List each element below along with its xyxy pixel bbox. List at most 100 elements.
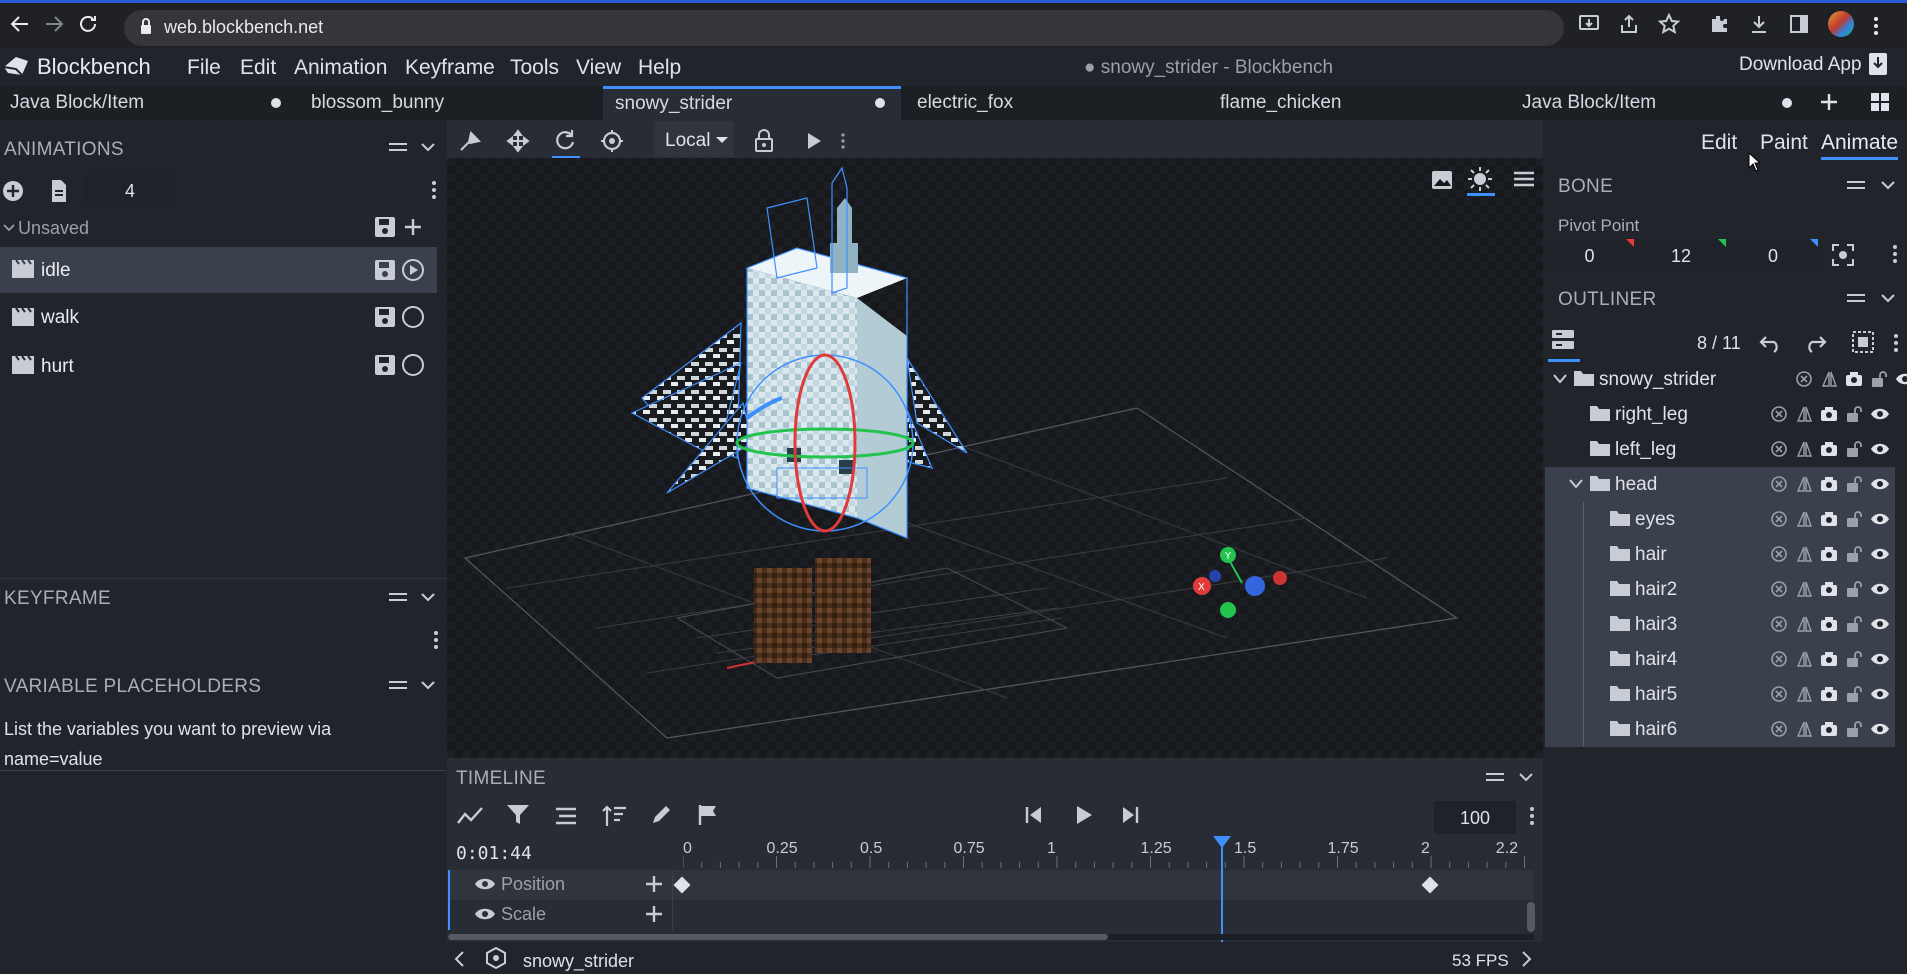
group-chevron-icon[interactable] bbox=[3, 222, 15, 234]
back-icon[interactable] bbox=[8, 12, 32, 36]
download-app-button[interactable]: Download App bbox=[1739, 54, 1862, 76]
tab-blossom-bunny[interactable]: blossom_bunny bbox=[300, 86, 600, 120]
mirror-icon[interactable] bbox=[1795, 510, 1815, 528]
animation-count-field[interactable]: 4 bbox=[85, 174, 175, 207]
pencil-icon[interactable] bbox=[650, 804, 672, 826]
side-panel-icon[interactable] bbox=[1788, 13, 1810, 35]
chevron-left-icon[interactable] bbox=[453, 951, 465, 967]
sort-icon[interactable] bbox=[601, 804, 627, 828]
remove-icon[interactable] bbox=[1770, 580, 1790, 598]
visibility-eye-icon[interactable] bbox=[1870, 405, 1890, 423]
mirror-icon[interactable] bbox=[1795, 405, 1815, 423]
outliner-row[interactable]: head bbox=[1545, 467, 1907, 502]
profile-avatar[interactable] bbox=[1828, 11, 1854, 37]
mirror-icon[interactable] bbox=[1795, 580, 1815, 598]
add-keyframe-icon[interactable] bbox=[644, 904, 664, 924]
new-tab-plus-icon[interactable] bbox=[1818, 91, 1840, 113]
save-animation-icon[interactable] bbox=[374, 306, 396, 328]
playhead[interactable] bbox=[1220, 836, 1223, 942]
add-to-group-icon[interactable] bbox=[403, 217, 423, 237]
outliner-row[interactable]: hair bbox=[1545, 537, 1907, 572]
skip-back-icon[interactable] bbox=[1025, 806, 1043, 824]
remove-icon[interactable] bbox=[1795, 370, 1815, 388]
toolbar-more-icon[interactable] bbox=[840, 132, 846, 150]
forward-icon[interactable] bbox=[42, 12, 66, 36]
more-options-icon[interactable] bbox=[433, 630, 439, 650]
mirror-icon[interactable] bbox=[1795, 440, 1815, 458]
viewport-menu-icon[interactable] bbox=[1513, 170, 1535, 188]
graph-editor-icon[interactable] bbox=[456, 805, 484, 827]
select-all-icon[interactable] bbox=[1852, 331, 1874, 353]
browser-menu-icon[interactable] bbox=[1872, 15, 1880, 37]
camera-icon[interactable] bbox=[1820, 440, 1840, 458]
move-tool-icon[interactable] bbox=[506, 129, 530, 153]
playback-speed-field[interactable]: 100 bbox=[1434, 801, 1516, 834]
timeline-ruler[interactable] bbox=[683, 834, 1533, 868]
3d-viewport[interactable]: Y X bbox=[447, 158, 1543, 758]
remove-icon[interactable] bbox=[1770, 720, 1790, 738]
remove-icon[interactable] bbox=[1770, 475, 1790, 493]
animation-group-label[interactable]: Unsaved bbox=[18, 218, 89, 239]
address-bar[interactable] bbox=[124, 10, 1564, 46]
outliner-row[interactable]: hair3 bbox=[1545, 607, 1907, 642]
mode-edit[interactable]: Edit bbox=[1701, 131, 1737, 155]
menu-view[interactable]: View bbox=[576, 56, 621, 80]
extensions-icon[interactable] bbox=[1708, 13, 1730, 35]
camera-icon[interactable] bbox=[1820, 405, 1840, 423]
save-animation-icon[interactable] bbox=[374, 259, 396, 281]
more-options-icon[interactable] bbox=[431, 180, 437, 200]
camera-icon[interactable] bbox=[1820, 510, 1840, 528]
reload-icon[interactable] bbox=[76, 12, 100, 36]
collapse-chevron-icon[interactable] bbox=[420, 678, 436, 692]
install-icon[interactable] bbox=[1578, 13, 1600, 35]
camera-icon[interactable] bbox=[1820, 650, 1840, 668]
pivot-y-field[interactable]: 12 bbox=[1636, 239, 1726, 272]
play-icon[interactable] bbox=[1075, 805, 1093, 825]
more-options-icon[interactable] bbox=[1893, 333, 1899, 353]
outliner-toggle-button[interactable] bbox=[1548, 328, 1580, 362]
play-animation-icon[interactable] bbox=[401, 258, 425, 282]
eye-icon[interactable] bbox=[474, 906, 496, 922]
visibility-eye-icon[interactable] bbox=[1870, 615, 1890, 633]
camera-icon[interactable] bbox=[1820, 685, 1840, 703]
outliner-row[interactable]: hair2 bbox=[1545, 572, 1907, 607]
remove-icon[interactable] bbox=[1770, 650, 1790, 668]
unlock-icon[interactable] bbox=[1845, 440, 1865, 458]
camera-icon[interactable] bbox=[1820, 615, 1840, 633]
outliner-row[interactable]: hair4 bbox=[1545, 642, 1907, 677]
import-animation-file-icon[interactable] bbox=[50, 179, 68, 203]
visibility-eye-icon[interactable] bbox=[1870, 650, 1890, 668]
visibility-eye-icon[interactable] bbox=[1870, 545, 1890, 563]
background-image-icon[interactable] bbox=[1431, 170, 1453, 190]
chevron-right-icon[interactable] bbox=[1521, 951, 1533, 967]
visibility-eye-icon[interactable] bbox=[1870, 440, 1890, 458]
collapse-chevron-icon[interactable] bbox=[1880, 178, 1896, 192]
visibility-eye-icon[interactable] bbox=[1895, 370, 1907, 388]
mirror-icon[interactable] bbox=[1795, 545, 1815, 563]
tab-snowy-strider[interactable]: snowy_strider bbox=[603, 86, 901, 120]
mirror-icon[interactable] bbox=[1795, 685, 1815, 703]
tab-flame-chicken[interactable]: flame_chicken bbox=[1208, 86, 1508, 120]
outliner-row-root[interactable]: snowy_strider bbox=[1545, 362, 1907, 397]
save-group-icon[interactable] bbox=[374, 216, 396, 238]
unlock-icon[interactable] bbox=[1845, 510, 1865, 528]
outliner-row[interactable]: left_leg bbox=[1545, 432, 1907, 467]
panel-drag-icon[interactable] bbox=[1484, 770, 1506, 784]
camera-icon[interactable] bbox=[1820, 580, 1840, 598]
channel-row-position[interactable] bbox=[448, 870, 1534, 900]
panel-drag-icon[interactable] bbox=[1845, 291, 1867, 305]
center-pivot-icon[interactable] bbox=[1832, 244, 1854, 266]
circle-toggle-icon[interactable] bbox=[401, 305, 425, 329]
unlock-icon[interactable] bbox=[1845, 615, 1865, 633]
pivot-x-field[interactable]: 0 bbox=[1545, 239, 1634, 272]
vertical-scrollbar[interactable] bbox=[1527, 902, 1535, 932]
visibility-eye-icon[interactable] bbox=[1870, 685, 1890, 703]
remove-icon[interactable] bbox=[1770, 685, 1790, 703]
remove-icon[interactable] bbox=[1770, 510, 1790, 528]
add-keyframe-icon[interactable] bbox=[644, 874, 664, 894]
mode-paint[interactable]: Paint bbox=[1760, 131, 1808, 155]
transform-space-select[interactable]: Local bbox=[654, 121, 734, 157]
mode-animate[interactable]: Animate bbox=[1821, 131, 1899, 160]
visibility-eye-icon[interactable] bbox=[1870, 510, 1890, 528]
mirror-icon[interactable] bbox=[1795, 615, 1815, 633]
